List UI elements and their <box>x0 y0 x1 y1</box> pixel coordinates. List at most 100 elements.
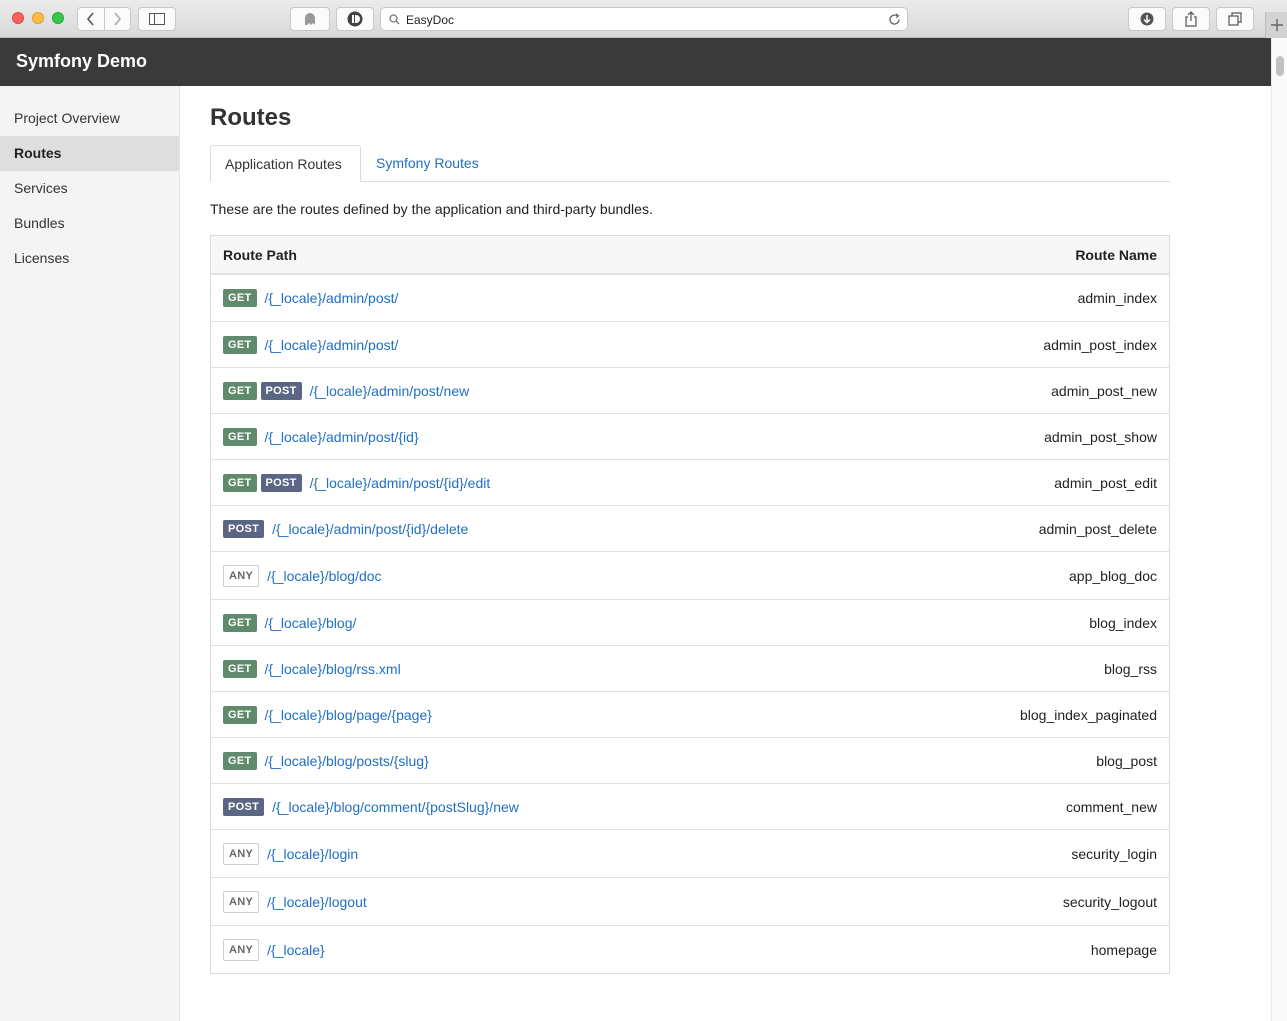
route-path-link[interactable]: /{_locale}/blog/comment/{postSlug}/new <box>272 799 519 815</box>
route-path-cell: ANY /{_locale}/login <box>223 830 358 877</box>
route-path-link[interactable]: /{_locale}/blog/page/{page} <box>265 707 432 723</box>
route-path-link[interactable]: /{_locale}/blog/rss.xml <box>265 661 401 677</box>
method-badge-post: POST <box>260 473 302 492</box>
method-badge-get: GET <box>223 659 257 678</box>
route-path-link[interactable]: /{_locale}/blog/posts/{slug} <box>265 753 429 769</box>
route-path-cell: GET /{_locale}/admin/post/ <box>223 322 398 367</box>
route-path-cell: GET POST /{_locale}/admin/post/{id}/edit <box>223 460 490 505</box>
download-icon <box>1140 12 1154 26</box>
extension-icon <box>347 11 363 27</box>
sidebar-toggle-icon <box>149 13 165 25</box>
method-badge-get: GET <box>223 427 257 446</box>
method-badge-any: ANY <box>223 890 260 913</box>
table-row: POST /{_locale}/admin/post/{id}/delete adm… <box>211 505 1169 551</box>
sidebar-toggle-button[interactable] <box>138 7 176 31</box>
route-path-cell: GET /{_locale}/admin/post/ <box>223 275 398 321</box>
table-row: GET /{_locale}/blog/page/{page} blog_index… <box>211 691 1169 737</box>
sidebar-item-bundles[interactable]: Bundles <box>0 206 179 241</box>
minimize-window-button[interactable] <box>32 12 44 24</box>
route-path-cell: GET /{_locale}/blog/page/{page} <box>223 692 432 737</box>
address-bar[interactable]: EasyDoc <box>380 7 908 31</box>
page-scrollbar[interactable] <box>1271 38 1287 1021</box>
route-name-cell: admin_index <box>1077 290 1157 306</box>
close-window-button[interactable] <box>12 12 24 24</box>
app-title[interactable]: Symfony Demo <box>16 51 147 72</box>
table-row: GET /{_locale}/admin/post/{id} admin_post_… <box>211 413 1169 459</box>
ghostery-button[interactable] <box>290 7 330 31</box>
route-name-cell: admin_post_delete <box>1038 520 1157 537</box>
route-path-link[interactable]: /{_locale}/admin/post/{id} <box>265 429 419 445</box>
route-name-cell: blog_index_paginated <box>1019 706 1157 723</box>
search-icon <box>389 14 400 25</box>
route-path-cell: POST /{_locale}/admin/post/{id}/delete <box>223 506 468 551</box>
route-path-link[interactable]: /{_locale}/blog/doc <box>267 568 381 584</box>
route-path-link[interactable]: /{_locale} <box>267 942 325 958</box>
table-row: ANY /{_locale}/blog/doc app_blog_doc <box>211 551 1169 599</box>
table-row: GET /{_locale}/blog/posts/{slug} blog_post <box>211 737 1169 783</box>
method-badge-post: POST <box>260 381 302 400</box>
method-badge-get: GET <box>223 751 257 770</box>
history-nav <box>77 7 131 31</box>
route-path-link[interactable]: /{_locale}/admin/post/{id}/edit <box>310 475 491 491</box>
route-path-link[interactable]: /{_locale}/admin/post/new <box>310 383 470 399</box>
route-path-cell: ANY /{_locale} <box>223 926 325 973</box>
route-path-link[interactable]: /{_locale}/admin/post/ <box>265 290 399 306</box>
column-header-route-path: Route Path <box>223 247 297 263</box>
routes-tabs: Application Routes Symfony Routes <box>210 145 1170 182</box>
address-text: EasyDoc <box>406 13 455 27</box>
forward-button[interactable] <box>105 8 131 30</box>
scrollbar-thumb[interactable] <box>1276 56 1284 76</box>
route-path-link[interactable]: /{_locale}/admin/post/ <box>265 337 399 353</box>
table-header: Route Path Route Name <box>211 236 1169 275</box>
share-button[interactable] <box>1172 7 1210 31</box>
tab-application-routes[interactable]: Application Routes <box>210 145 361 182</box>
routes-description: These are the routes defined by the appl… <box>210 201 653 217</box>
route-path-link[interactable]: /{_locale}/blog/ <box>265 615 357 631</box>
app-header: Symfony Demo <box>0 38 1271 86</box>
sidebar: Project Overview Routes Services Bundles… <box>0 86 180 1021</box>
table-row: GET /{_locale}/admin/post/admin_post_inde… <box>211 321 1169 367</box>
method-badge-any: ANY <box>223 938 260 961</box>
sidebar-item-licenses[interactable]: Licenses <box>0 241 179 276</box>
page-title: Routes <box>210 104 292 131</box>
back-icon <box>86 12 94 26</box>
routes-table: Route Path Route Name GET /{_locale}/admi… <box>210 235 1170 974</box>
tab-symfony-routes[interactable]: Symfony Routes <box>362 145 493 182</box>
zoom-window-button[interactable] <box>52 12 64 24</box>
route-path-link[interactable]: /{_locale}/logout <box>267 894 367 910</box>
route-path-cell: GET /{_locale}/blog/rss.xml <box>223 646 401 691</box>
new-tab-button[interactable] <box>1265 12 1287 38</box>
route-path-cell: GET /{_locale}/blog/posts/{slug} <box>223 738 429 783</box>
table-row: GET POST /{_locale}/admin/post/{id}/edit ad… <box>211 459 1169 505</box>
table-body: GET /{_locale}/admin/post/admin_index GET /… <box>211 275 1169 973</box>
back-button[interactable] <box>78 8 104 30</box>
route-name-cell: blog_post <box>1096 752 1157 769</box>
route-name-cell: app_blog_doc <box>1069 567 1157 584</box>
method-badge-post: POST <box>223 797 265 816</box>
forward-icon <box>114 12 122 26</box>
table-row: POST /{_locale}/blog/comment/{postSlug}/n… <box>211 783 1169 829</box>
table-row: GET /{_locale}/blog/rss.xml blog_rss <box>211 645 1169 691</box>
sidebar-item-project-overview[interactable]: Project Overview <box>0 101 179 136</box>
extension-button[interactable] <box>336 7 374 31</box>
column-header-route-name: Route Name <box>1075 247 1157 263</box>
route-path-link[interactable]: /{_locale}/login <box>267 846 358 862</box>
downloads-button[interactable] <box>1128 7 1166 31</box>
tabs-overview-button[interactable] <box>1216 7 1254 31</box>
route-path-link[interactable]: /{_locale}/admin/post/{id}/delete <box>272 521 468 537</box>
sidebar-item-routes[interactable]: Routes <box>0 136 179 171</box>
sidebar-item-services[interactable]: Services <box>0 171 179 206</box>
method-badge-get: GET <box>223 381 257 400</box>
ghostery-icon <box>305 13 315 25</box>
method-badge-get: GET <box>223 613 257 632</box>
route-name-cell: blog_rss <box>1104 660 1157 677</box>
route-path-cell: GET /{_locale}/admin/post/{id} <box>223 414 419 459</box>
method-badge-get: GET <box>223 473 257 492</box>
route-name-cell: admin_post_show <box>1044 428 1157 445</box>
tabs-icon <box>1228 12 1242 26</box>
reload-icon[interactable] <box>888 13 901 26</box>
route-path-cell: GET POST /{_locale}/admin/post/new <box>223 368 469 413</box>
table-row: ANY /{_locale} homepage <box>211 925 1169 973</box>
route-path-cell: ANY /{_locale}/logout <box>223 878 367 925</box>
method-badge-get: GET <box>223 289 257 307</box>
